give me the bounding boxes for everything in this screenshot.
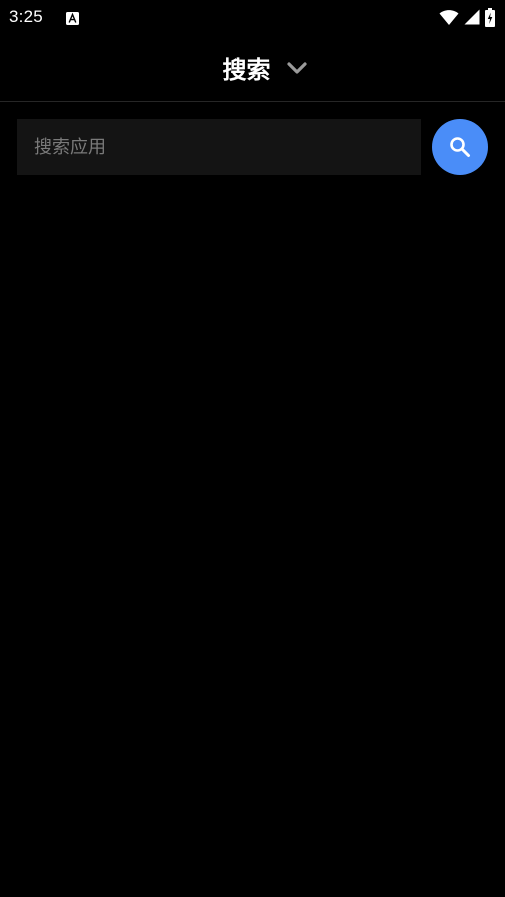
- search-button[interactable]: [432, 119, 488, 175]
- status-icons: [439, 7, 495, 27]
- page-title: 搜索: [222, 56, 271, 84]
- cellular-signal-icon: [464, 9, 480, 25]
- search-icon: [450, 137, 470, 157]
- search-input[interactable]: [17, 119, 421, 175]
- keyboard-a-icon: [66, 10, 79, 25]
- status-bar: 3:25: [0, 0, 505, 34]
- title-dropdown[interactable]: 搜索: [0, 50, 505, 85]
- header: 搜索: [0, 34, 505, 102]
- chevron-down-icon[interactable]: [285, 56, 309, 80]
- status-time: 3:25: [9, 7, 43, 26]
- wifi-icon: [439, 9, 459, 26]
- battery-charging-icon: [485, 7, 495, 27]
- results-area: [0, 190, 505, 897]
